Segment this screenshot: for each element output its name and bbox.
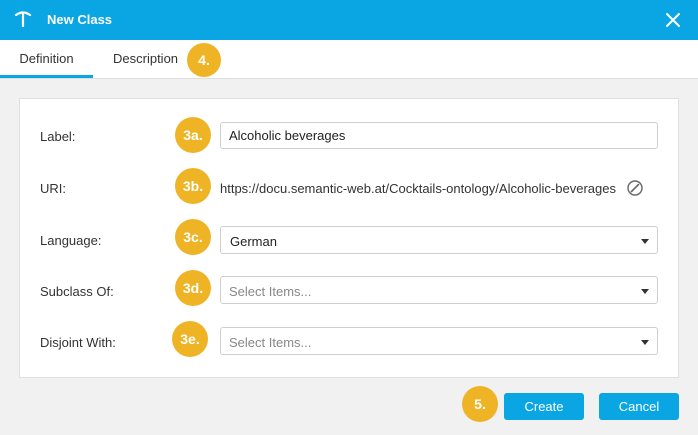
subclass-of-placeholder: Select Items... [229, 284, 312, 299]
chevron-down-icon [641, 289, 649, 294]
edit-circle-icon[interactable] [626, 179, 644, 197]
subclass-of-field-label: Subclass Of: [40, 284, 114, 299]
disjoint-with-select[interactable]: Select Items... [220, 327, 658, 355]
close-icon[interactable] [663, 10, 683, 30]
disjoint-with-field-label: Disjoint With: [40, 335, 116, 350]
subclass-of-select[interactable]: Select Items... [220, 276, 658, 304]
language-field-label: Language: [40, 233, 102, 248]
uri-value: https://docu.semantic-web.at/Cocktails-o… [220, 181, 616, 196]
annotation-badge-3a: 3a. [175, 117, 211, 153]
annotation-badge-3c: 3c. [175, 219, 211, 255]
annotation-badge-5: 5. [462, 386, 498, 422]
language-select[interactable]: German [220, 226, 658, 254]
pickaxe-logo-icon [14, 11, 32, 28]
label-input[interactable] [220, 122, 658, 149]
annotation-badge-4: 4. [187, 43, 221, 77]
tab-definition[interactable]: Definition [0, 40, 93, 78]
uri-field-label: URI: [40, 181, 66, 196]
disjoint-with-placeholder: Select Items... [229, 335, 312, 350]
dialog-title: New Class [47, 12, 113, 27]
chevron-down-icon [641, 340, 649, 345]
language-selected-value: German [230, 234, 277, 249]
chevron-down-icon [641, 239, 649, 244]
create-button[interactable]: Create [504, 393, 584, 420]
tab-description[interactable]: Description [113, 40, 178, 78]
annotation-badge-3d: 3d. [175, 270, 211, 306]
cancel-button[interactable]: Cancel [599, 393, 679, 420]
annotation-badge-3b: 3b. [175, 168, 211, 204]
tab-bar: Definition Description [0, 40, 698, 79]
annotation-badge-3e: 3e. [172, 321, 208, 357]
label-field-label: Label: [40, 129, 76, 144]
dialog-titlebar: New Class [0, 0, 698, 40]
